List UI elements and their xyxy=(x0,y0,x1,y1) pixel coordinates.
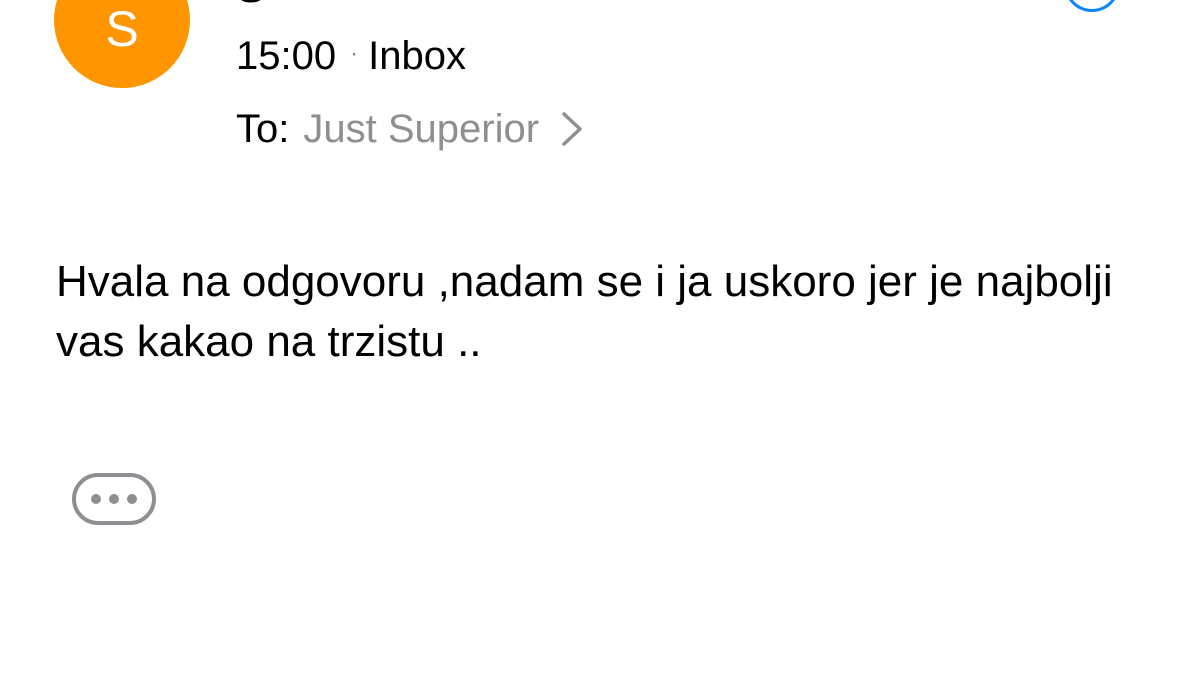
chevron-right-icon[interactable] xyxy=(559,111,585,147)
ellipsis-icon[interactable] xyxy=(72,473,156,525)
ellipsis-dot xyxy=(127,494,137,504)
status-circle-icon[interactable] xyxy=(1064,0,1120,12)
recipient-row[interactable]: To: Just Superior xyxy=(236,107,585,151)
avatar-initial: S xyxy=(105,1,139,57)
to-label: To: xyxy=(236,107,290,151)
recipient-name[interactable]: Just Superior xyxy=(303,107,539,151)
message-meta: 15:00 · Inbox xyxy=(236,34,466,78)
sender-name[interactable]: S··· xyxy=(236,0,309,10)
meta-separator: · xyxy=(350,40,359,67)
message-body: Hvala na odgovoru ,nadam se i ja uskoro … xyxy=(56,257,1113,366)
ellipsis-dot xyxy=(109,494,119,504)
sender-avatar[interactable]: S xyxy=(54,0,190,88)
mailbox-name: Inbox xyxy=(368,34,466,78)
ellipsis-dot xyxy=(91,494,101,504)
message-time: 15:00 xyxy=(236,34,337,78)
